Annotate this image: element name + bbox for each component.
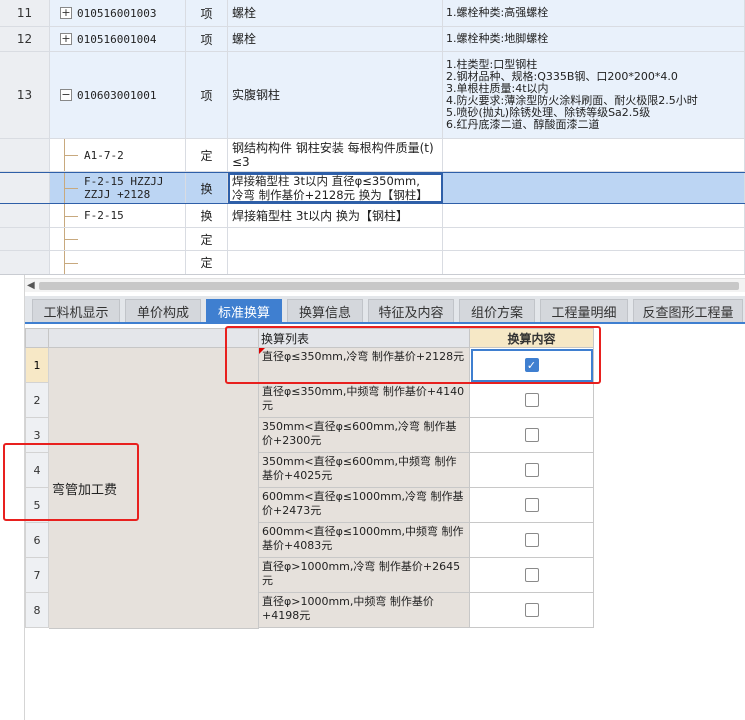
conversion-checkbox[interactable]	[524, 533, 539, 547]
row-number: 6	[25, 523, 49, 558]
tab-unit-price[interactable]: 单价构成	[125, 299, 201, 322]
row-number: 7	[25, 558, 49, 593]
conversion-checkbox[interactable]	[524, 393, 539, 407]
item-name[interactable]: 螺栓	[228, 27, 443, 51]
tab-standard-conversion[interactable]: 标准换算	[206, 299, 282, 322]
row-number: 2	[25, 383, 49, 418]
conversion-option: 600mm<直径φ≤1000mm,冷弯 制作基价+2473元	[259, 488, 470, 523]
table-row[interactable]: 6 600mm<直径φ≤1000mm,中频弯 制作基价+4083元	[25, 523, 595, 558]
item-features[interactable]: 1.螺栓种类:地脚螺栓	[443, 27, 745, 51]
item-code: 010516001003	[77, 6, 157, 20]
grid-row[interactable]: 定	[0, 251, 745, 274]
table-row[interactable]: 7 直径φ>1000mm,冷弯 制作基价+2645元	[25, 558, 595, 593]
grid-row-selected[interactable]: F-2-15 HZZJJ ZZJJ +2128 换 焊接箱型柱 3t以内 直径φ≤…	[0, 172, 745, 204]
row-number: 11	[0, 0, 50, 26]
conversion-checkbox[interactable]	[524, 603, 539, 617]
quota-code: A1-7-2	[84, 148, 124, 162]
quota-code: F-2-15	[84, 209, 124, 222]
conversion-option: 600mm<直径φ≤1000mm,中频弯 制作基价+4083元	[259, 523, 470, 558]
item-features[interactable]: 1.螺栓种类:高强螺栓	[443, 0, 745, 26]
item-features[interactable]: 1.柱类型:口型钢柱 2.钢材品种、规格:Q335B钢、口200*200*4.0…	[443, 52, 745, 138]
conversion-checkbox[interactable]	[524, 498, 539, 512]
item-name[interactable]: 螺栓	[228, 0, 443, 26]
detail-tabs: 工料机显示 单价构成 标准换算 换算信息 特征及内容 组价方案 工程量明细 反查…	[25, 296, 745, 324]
annotation-box-group-label	[3, 443, 139, 521]
item-type: 项	[186, 27, 228, 51]
expand-icon[interactable]: +	[60, 7, 72, 19]
bill-items-grid: 11 +010516001003 项 螺栓 1.螺栓种类:高强螺栓 12 +01…	[0, 0, 745, 275]
tab-conversion-info[interactable]: 换算信息	[287, 299, 363, 322]
item-code: 010603001001	[77, 88, 157, 102]
grid-row[interactable]: 11 +010516001003 项 螺栓 1.螺栓种类:高强螺栓	[0, 0, 745, 27]
conversion-checkbox[interactable]	[524, 428, 539, 442]
item-type: 换	[186, 173, 228, 203]
tab-pricing-scheme[interactable]: 组价方案	[459, 299, 535, 322]
grid-row[interactable]: 12 +010516001004 项 螺栓 1.螺栓种类:地脚螺栓	[0, 27, 745, 52]
conversion-option: 直径φ≤350mm,中频弯 制作基价+4140元	[259, 383, 470, 418]
grid-row[interactable]: A1-7-2 定 钢结构构件 钢柱安装 每根构件质量(t) ≤3	[0, 139, 745, 172]
item-name[interactable]: 钢结构构件 钢柱安装 每根构件质量(t) ≤3	[228, 139, 443, 171]
row-number: 1	[25, 348, 49, 383]
table-row[interactable]: 2 直径φ≤350mm,中频弯 制作基价+4140元	[25, 383, 595, 418]
tab-quantity-detail[interactable]: 工程量明细	[540, 299, 628, 322]
item-type: 换	[186, 204, 228, 227]
conversion-option: 350mm<直径φ≤600mm,冷弯 制作基价+2300元	[259, 418, 470, 453]
annotation-box-selected-option	[225, 326, 601, 384]
row-number: 12	[0, 27, 50, 51]
grid-row[interactable]: F-2-15 换 焊接箱型柱 3t以内 换为【钢柱】	[0, 204, 745, 228]
conversion-checkbox[interactable]	[524, 568, 539, 582]
item-type: 定	[186, 228, 228, 250]
grid-row[interactable]: 定	[0, 228, 745, 251]
conversion-option: 350mm<直径φ≤600mm,中频弯 制作基价+4025元	[259, 453, 470, 488]
item-code: 010516001004	[77, 32, 157, 46]
item-type: 项	[186, 0, 228, 26]
conversion-checkbox[interactable]	[524, 463, 539, 477]
collapse-icon[interactable]: −	[60, 89, 72, 101]
item-name[interactable]: 焊接箱型柱 3t以内 换为【钢柱】	[228, 204, 443, 227]
item-type: 项	[186, 52, 228, 138]
conversion-option: 直径φ>1000mm,冷弯 制作基价+2645元	[259, 558, 470, 593]
table-row[interactable]: 8 直径φ>1000mm,中频弯 制作基价+4198元	[25, 593, 595, 628]
item-type: 定	[186, 139, 228, 171]
item-type: 定	[186, 251, 228, 274]
quota-code: F-2-15 HZZJJ ZZJJ +2128	[84, 175, 164, 201]
item-name[interactable]: 实腹钢柱	[228, 52, 443, 138]
expand-icon[interactable]: +	[60, 33, 72, 45]
tab-reverse-lookup[interactable]: 反查图形工程量	[633, 299, 743, 322]
row-number: 13	[0, 52, 50, 138]
horizontal-scrollbar[interactable]: ◀	[25, 278, 745, 292]
tab-material-display[interactable]: 工料机显示	[32, 299, 120, 322]
grid-row[interactable]: 13 −010603001001 项 实腹钢柱 1.柱类型:口型钢柱 2.钢材品…	[0, 52, 745, 139]
conversion-option: 直径φ>1000mm,中频弯 制作基价+4198元	[259, 593, 470, 628]
tab-features-content[interactable]: 特征及内容	[368, 299, 454, 322]
scrollbar-thumb[interactable]	[39, 282, 739, 290]
item-name-editor[interactable]: 焊接箱型柱 3t以内 直径φ≤350mm, 冷弯 制作基价+2128元 换为【钢…	[228, 173, 443, 203]
scroll-left-icon[interactable]: ◀	[27, 280, 35, 291]
row-number: 8	[25, 593, 49, 628]
